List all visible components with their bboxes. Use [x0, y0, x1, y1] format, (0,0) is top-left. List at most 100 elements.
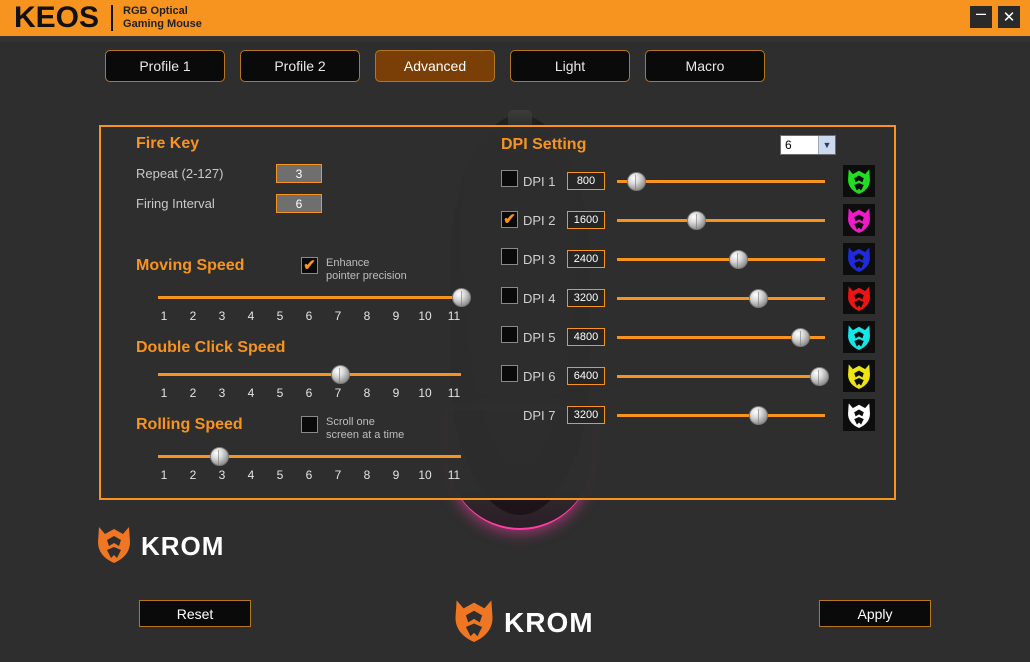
scroll-one-screen-label: Scroll one screen at a time [326, 416, 405, 441]
dpi-value-input[interactable] [567, 250, 605, 268]
rolling-speed-header: Rolling Speed ✔ Scroll one screen at a t… [136, 416, 466, 441]
dpi-value-input[interactable] [567, 172, 605, 190]
dpi-enable-checkbox[interactable]: ✔ [501, 248, 518, 265]
rolling-speed-tick: 4 [247, 468, 255, 482]
moving-speed-header: Moving Speed ✔ Enhance pointer precision [136, 257, 466, 282]
dpi-count-select[interactable]: 6 ▼ [780, 135, 836, 155]
dpi-row: ✔ DPI 1 [501, 165, 881, 197]
minimize-icon[interactable]: – [970, 4, 992, 28]
double-click-speed-slider[interactable] [158, 365, 461, 384]
reset-button[interactable]: Reset [139, 600, 251, 627]
enhance-pointer-precision-checkbox[interactable]: ✔ [301, 257, 318, 274]
dpi-slider[interactable] [617, 405, 825, 425]
dpi-slider-knob[interactable] [728, 249, 748, 269]
rolling-speed-tick: 6 [305, 468, 313, 482]
dpi-row: ✔ DPI 2 [501, 204, 881, 236]
dpi-slider[interactable] [617, 171, 825, 191]
chevron-down-icon[interactable]: ▼ [818, 136, 835, 154]
tab-advanced[interactable]: Advanced [375, 50, 495, 82]
moving-speed-tick: 9 [392, 309, 400, 323]
krom-helmet-icon-center [452, 596, 496, 649]
rolling-speed-tick: 9 [392, 468, 400, 482]
dpi-value-input[interactable] [567, 367, 605, 385]
dpi-row-label: DPI 3 [523, 251, 556, 267]
dpi-enable-checkbox[interactable]: ✔ [501, 170, 518, 187]
dpi-slider-knob[interactable] [687, 210, 707, 230]
dpi-enable-checkbox[interactable]: ✔ [501, 326, 518, 343]
dpi-value-input[interactable] [567, 211, 605, 229]
scroll-one-screen-checkbox[interactable]: ✔ [301, 416, 318, 433]
dpi-enable-checkbox[interactable]: ✔ [501, 287, 518, 304]
dpi-slider[interactable] [617, 210, 825, 230]
dpi-slider-track [617, 218, 825, 222]
dpi-row-label: DPI 6 [523, 368, 556, 384]
dpi-value-input[interactable] [567, 289, 605, 307]
moving-speed-tick: 4 [247, 309, 255, 323]
dpi-slider[interactable] [617, 327, 825, 347]
dpi-row: ✔ DPI 3 [501, 243, 881, 275]
dpi-slider-knob[interactable] [749, 288, 769, 308]
moving-speed-tick: 8 [363, 309, 371, 323]
close-icon[interactable]: ✕ [998, 6, 1020, 28]
brand-divider [111, 5, 114, 31]
double-click-speed-tick: 10 [418, 386, 432, 400]
dpi-row-label: DPI 1 [523, 173, 556, 189]
dpi-slider[interactable] [617, 288, 825, 308]
dpi-checkbox-slot: ✔ [501, 326, 523, 348]
tab-profile-2[interactable]: Profile 2 [240, 50, 360, 82]
rolling-speed-title: Rolling Speed [136, 416, 243, 433]
tab-macro[interactable]: Macro [645, 50, 765, 82]
rolling-speed-tick: 8 [363, 468, 371, 482]
dpi-checkbox-slot: ✔ [501, 170, 523, 192]
dpi-row-label: DPI 4 [523, 290, 556, 306]
fire-key-repeat-row: Repeat (2-127) [136, 164, 466, 183]
tab-label: Macro [685, 58, 725, 74]
fire-key-interval-input[interactable] [276, 194, 322, 213]
enhance-pointer-precision-group: ✔ Enhance pointer precision [301, 257, 466, 282]
dpi-checkbox-slot: ✔ [501, 287, 523, 309]
dpi-row-label: DPI 7 [523, 407, 556, 423]
dpi-color-indicator-icon [843, 165, 875, 197]
dpi-slider[interactable] [617, 366, 829, 386]
dpi-row: ✔ DPI 4 [501, 282, 881, 314]
double-click-speed-track [158, 373, 461, 376]
tab-label: Advanced [403, 58, 467, 74]
rolling-speed-tick: 7 [334, 468, 342, 482]
double-click-speed-tick: 9 [392, 386, 400, 400]
app-subtitle: RGB Optical Gaming Mouse [123, 5, 202, 31]
dpi-slider-track [617, 374, 825, 378]
rolling-speed-slider[interactable] [158, 447, 461, 466]
dpi-slider-knob[interactable] [809, 366, 829, 386]
dpi-slider-knob[interactable] [626, 171, 646, 191]
scroll-one-screen-group: ✔ Scroll one screen at a time [301, 416, 466, 441]
double-click-speed-scale: 1 2 3 4 5 6 7 8 9 10 11 [154, 386, 464, 400]
moving-speed-slider[interactable] [158, 288, 471, 307]
rolling-speed-knob[interactable] [209, 447, 229, 466]
double-click-speed-tick: 3 [218, 386, 226, 400]
moving-speed-tick: 3 [218, 309, 226, 323]
apply-button[interactable]: Apply [819, 600, 931, 627]
moving-speed-tick: 6 [305, 309, 313, 323]
dpi-enable-checkbox[interactable]: ✔ [501, 365, 518, 382]
dpi-slider-knob[interactable] [749, 405, 769, 425]
dpi-slider[interactable] [617, 249, 825, 269]
moving-speed-knob[interactable] [452, 288, 471, 307]
rolling-speed-tick: 11 [447, 468, 461, 482]
double-click-speed-knob[interactable] [330, 365, 350, 384]
dpi-row: ✔ DPI 6 [501, 360, 881, 392]
dpi-slider-track [617, 257, 825, 261]
rolling-speed-tick: 3 [218, 468, 226, 482]
krom-logo-center: KROM [452, 596, 594, 649]
tab-light[interactable]: Light [510, 50, 630, 82]
dpi-slider-knob[interactable] [791, 327, 811, 347]
left-settings-column: Fire Key Repeat (2-127) Firing Interval … [136, 135, 471, 482]
dpi-enable-checkbox[interactable]: ✔ [501, 211, 518, 228]
tab-profile-1[interactable]: Profile 1 [105, 50, 225, 82]
dpi-color-indicator-icon [843, 204, 875, 236]
app-subtitle-line2: Gaming Mouse [123, 18, 202, 30]
dpi-value-input[interactable] [567, 328, 605, 346]
fire-key-repeat-input[interactable] [276, 164, 322, 183]
advanced-settings-panel: Fire Key Repeat (2-127) Firing Interval … [99, 125, 896, 500]
window-controls: – ✕ [970, 4, 1020, 28]
dpi-value-input[interactable] [567, 406, 605, 424]
